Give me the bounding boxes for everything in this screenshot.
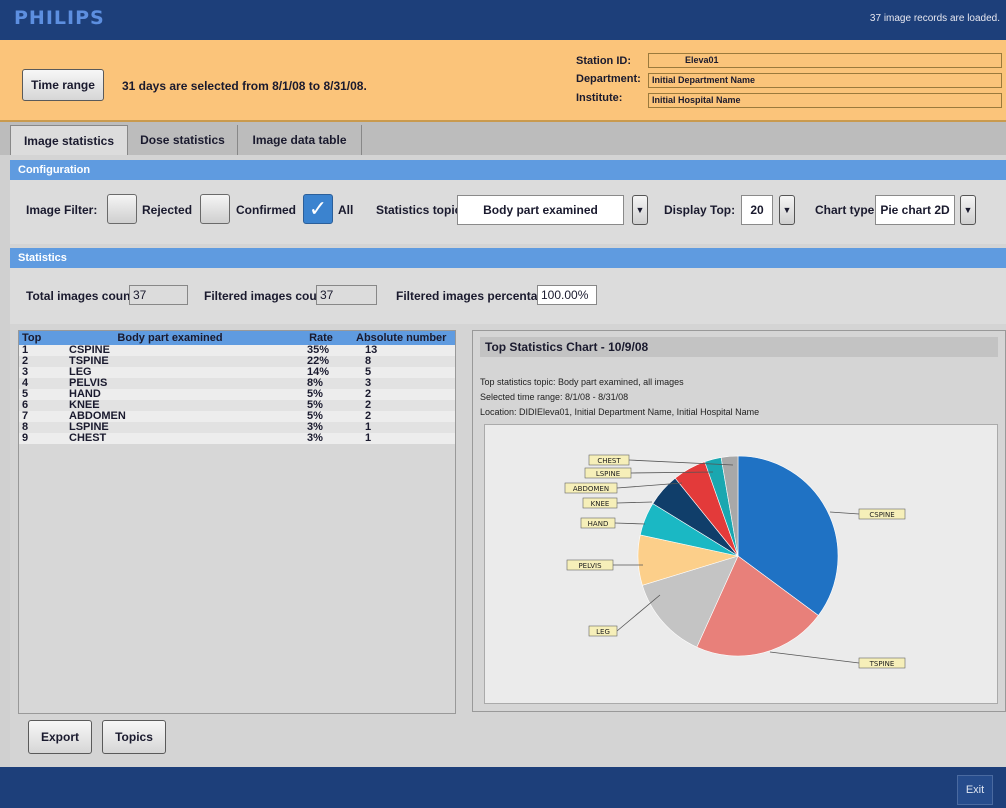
statistics-topic-dropdown[interactable]: ▼ xyxy=(632,195,648,225)
institute-field: Initial Hospital Name xyxy=(648,93,1002,108)
chart-type-select[interactable]: Pie chart 2D xyxy=(875,195,955,225)
pie-label-cspine: CSPINE xyxy=(869,511,894,519)
statistics-header: Statistics xyxy=(10,248,1006,268)
callout-line xyxy=(616,501,653,504)
tab-dose-statistics[interactable]: Dose statistics xyxy=(128,125,238,155)
chart-type-label: Chart type: xyxy=(815,203,879,217)
pie-label-chest: CHEST xyxy=(597,457,621,465)
statistics-topic-select[interactable]: Body part examined xyxy=(457,195,624,225)
cell-rate: 3% xyxy=(307,432,323,444)
department-label: Department: xyxy=(576,73,641,85)
col-rate[interactable]: Rate xyxy=(289,331,353,345)
tab-image-data-table[interactable]: Image data table xyxy=(238,125,362,155)
cell-absolute: 1 xyxy=(365,432,372,444)
pie-label-hand: HAND xyxy=(588,520,609,528)
department-field: Initial Department Name xyxy=(648,73,1002,88)
institute-label: Institute: xyxy=(576,92,623,104)
chart-info-location: Location: DIDIEleva01, Initial Departmen… xyxy=(480,407,760,417)
display-top-dropdown[interactable]: ▼ xyxy=(779,195,795,225)
rejected-label: Rejected xyxy=(142,203,193,217)
callout-line xyxy=(769,651,860,664)
col-body-part[interactable]: Body part examined xyxy=(51,331,289,345)
statistics-topic-label: Statistics topic: xyxy=(376,203,466,217)
check-icon: ✓ xyxy=(308,196,328,221)
exit-button[interactable]: Exit xyxy=(957,775,993,805)
time-range-button[interactable]: Time range xyxy=(22,69,104,101)
chevron-down-icon: ▼ xyxy=(963,205,973,215)
station-id-label: Station ID: xyxy=(576,55,631,67)
philips-logo: PHILIPS xyxy=(14,7,105,29)
footer-bar xyxy=(0,767,1006,808)
pie-label-tspine: TSPINE xyxy=(869,660,895,668)
pie-label-pelvis: PELVIS xyxy=(578,562,602,570)
station-id-field: Eleva01 xyxy=(648,53,1002,68)
pie-label-abdomen: ABDOMEN xyxy=(573,485,609,493)
title-bar: PHILIPS 37 image records are loaded. xyxy=(0,0,1006,40)
all-label: All xyxy=(338,203,354,217)
pie-label-knee: KNEE xyxy=(591,500,610,508)
records-status: 37 image records are loaded. xyxy=(869,13,1000,24)
filtered-percentage-field: 100.00% xyxy=(537,285,597,305)
callout-line xyxy=(616,594,661,632)
all-checkbox[interactable]: ✓ xyxy=(303,194,333,224)
topics-button[interactable]: Topics xyxy=(102,720,166,754)
image-filter-label: Image Filter: xyxy=(26,203,98,217)
chart-title: Top Statistics Chart - 10/9/08 xyxy=(480,337,998,357)
configuration-header: Configuration xyxy=(10,160,1006,180)
pie-chart: CSPINE TSPINE LEG PELVIS HAND KNEE ABDOMEN LSPI… xyxy=(564,454,906,669)
confirmed-checkbox[interactable] xyxy=(200,194,230,224)
rejected-checkbox[interactable] xyxy=(107,194,137,224)
statistics-table: Top Body part examined Rate Absolute num… xyxy=(19,331,455,444)
table-row[interactable]: 9 CHEST 3% 1 xyxy=(19,433,455,444)
chevron-down-icon: ▼ xyxy=(635,205,645,215)
chart-type-dropdown[interactable]: ▼ xyxy=(960,195,976,225)
table-header-row: Top Body part examined Rate Absolute num… xyxy=(19,331,455,345)
display-top-label: Display Top: xyxy=(664,203,736,217)
time-range-text: 31 days are selected from 8/1/08 to 8/31… xyxy=(122,79,367,93)
filtered-images-label: Filtered images count: xyxy=(204,289,333,303)
col-absolute[interactable]: Absolute number xyxy=(353,331,455,345)
display-top-select[interactable]: 20 xyxy=(741,195,773,225)
pie-label-leg: LEG xyxy=(596,628,610,636)
statistics-table-panel: Top Body part examined Rate Absolute num… xyxy=(18,330,456,714)
col-top[interactable]: Top xyxy=(19,331,51,345)
callout-line xyxy=(829,511,860,515)
cell-body-part: CHEST xyxy=(69,432,107,444)
export-button[interactable]: Export xyxy=(28,720,92,754)
confirmed-label: Confirmed xyxy=(236,203,296,217)
tab-image-statistics[interactable]: Image statistics xyxy=(10,125,128,155)
chart-info-topic: Top statistics topic: Body part examined… xyxy=(480,377,684,387)
callout-line xyxy=(614,522,646,525)
chart-plot-area: CSPINE TSPINE LEG PELVIS HAND KNEE ABDOMEN LSPI… xyxy=(484,424,998,704)
chevron-down-icon: ▼ xyxy=(782,205,792,215)
pie-label-lspine: LSPINE xyxy=(596,470,620,478)
cell-top: 9 xyxy=(22,432,29,444)
filtered-percentage-label: Filtered images percentage: xyxy=(396,289,556,303)
total-images-label: Total images count: xyxy=(26,289,139,303)
filtered-images-field: 37 xyxy=(316,285,377,305)
chart-info-time: Selected time range: 8/1/08 - 8/31/08 xyxy=(480,392,629,402)
total-images-field: 37 xyxy=(129,285,188,305)
